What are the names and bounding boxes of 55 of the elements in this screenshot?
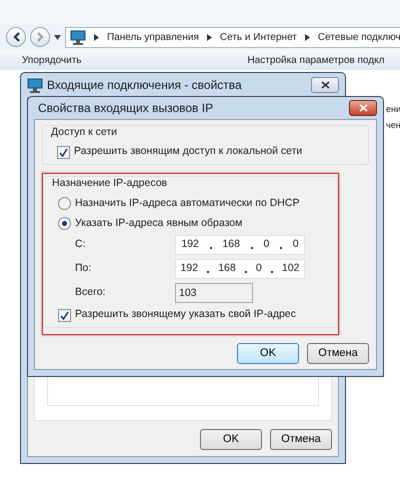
ip-octet[interactable]: 102: [282, 261, 300, 278]
dot-separator-icon: [210, 247, 212, 250]
ok-button[interactable]: OK: [200, 429, 262, 450]
group-title: Назначение IP-адресов: [52, 176, 168, 191]
radio-button[interactable]: [58, 197, 71, 210]
ip-octet[interactable]: 168: [218, 261, 236, 278]
ip-address-field[interactable]: 192 168 0 102: [175, 259, 305, 280]
ip-octet[interactable]: 0: [256, 261, 262, 278]
breadcrumb-item[interactable]: Сетевые подключ: [318, 30, 400, 44]
close-icon: [358, 104, 368, 112]
field-label: По:: [75, 261, 92, 276]
separator-arrow-icon[interactable]: [206, 34, 212, 40]
field-label: С:: [75, 237, 86, 252]
text-fragment: ени: [386, 103, 400, 116]
breadcrumb-item[interactable]: Сеть и Интернет: [220, 30, 297, 44]
window-title: Входящие подключения - свойства: [47, 77, 243, 94]
radio-label[interactable]: Указать IP-адреса явным образом: [75, 216, 242, 232]
separator-arrow-icon[interactable]: [304, 34, 310, 40]
dot-separator-icon: [207, 271, 210, 274]
separator-arrow-icon[interactable]: [94, 34, 99, 40]
monitor-icon: [27, 78, 43, 92]
radio-button[interactable]: [58, 216, 71, 230]
window-title: Свойства входящих вызовов IP: [38, 100, 214, 117]
ip-octet[interactable]: 168: [222, 237, 240, 254]
monitor-icon: [70, 30, 86, 44]
ip-octet[interactable]: 0: [263, 237, 270, 254]
text-fragment: чен: [386, 119, 400, 132]
address-bar[interactable]: Панель управления Сеть и Интернет Сетевые подключ: [65, 26, 400, 48]
back-button[interactable]: [6, 27, 26, 47]
close-icon: [320, 81, 330, 89]
checkbox[interactable]: [57, 146, 70, 159]
checkbox-label[interactable]: Разрешить звонящему указать свой IP-адрес: [75, 307, 296, 323]
breadcrumb-item[interactable]: Панель управления: [107, 30, 199, 44]
toolbar-item[interactable]: Настройка параметров подкл: [248, 52, 384, 68]
close-button[interactable]: [311, 77, 339, 93]
toolbar-item[interactable]: Упорядочить: [22, 52, 82, 68]
dot-separator-icon: [250, 247, 253, 250]
dot-separator-icon: [280, 247, 282, 250]
ok-button[interactable]: OK: [237, 343, 299, 364]
radio-label[interactable]: Назначить IP-адреса автоматически по DHCP: [75, 196, 300, 212]
history-caret-icon[interactable]: [54, 34, 61, 40]
cancel-button[interactable]: Отмена: [270, 429, 332, 450]
dot-separator-icon: [270, 271, 273, 274]
group-title: Доступ к сети: [51, 124, 118, 140]
total-field: 103: [175, 283, 253, 304]
field-label: Всего:: [75, 285, 106, 300]
ip-address-field[interactable]: 192 168 0 0: [175, 235, 305, 256]
cancel-button[interactable]: Отмена: [307, 343, 369, 364]
checkbox[interactable]: [58, 308, 71, 322]
close-button[interactable]: [349, 100, 377, 116]
checkbox-label[interactable]: Разрешить звонящим доступ к локальной сети: [74, 144, 302, 160]
ip-octet[interactable]: 192: [181, 237, 199, 254]
ip-octet[interactable]: 192: [180, 261, 198, 278]
ip-octet[interactable]: 0: [292, 237, 299, 254]
dot-separator-icon: [244, 271, 247, 274]
